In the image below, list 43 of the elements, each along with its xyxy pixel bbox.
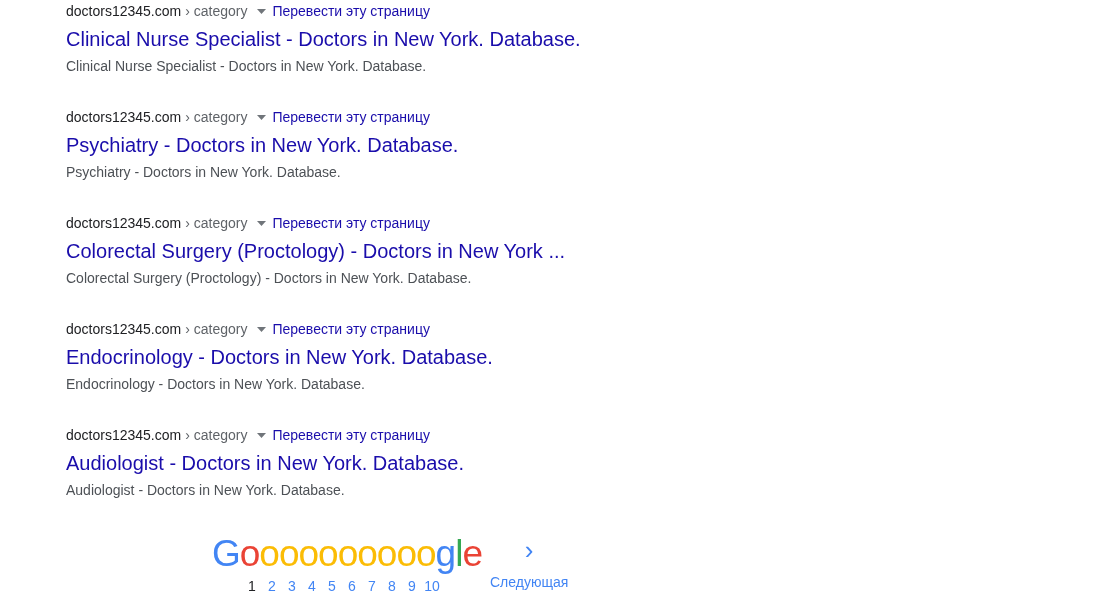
caret-icon[interactable]: [257, 326, 267, 332]
site-url: doctors12345.com: [66, 108, 182, 126]
breadcrumb: › category: [185, 214, 248, 232]
result-title-link[interactable]: Clinical Nurse Specialist - Doctors in New York. Database.: [66, 26, 581, 52]
result-title-link[interactable]: Audiologist - Doctors in New York. Database.: [66, 450, 464, 476]
result-title-link[interactable]: Endocrinology - Doctors in New York. Database.: [66, 344, 493, 370]
result-snippet: Clinical Nurse Specialist - Doctors in New York. Database.: [66, 57, 427, 76]
site-url: doctors12345.com: [66, 2, 182, 20]
logo: Goooooooooogle: [212, 534, 482, 574]
caret-icon[interactable]: [257, 114, 267, 120]
translate-link[interactable]: Перевести эту страницу: [272, 426, 430, 444]
page-link[interactable]: 10: [422, 578, 442, 594]
result-snippet: Endocrinology - Doctors in New York. Database.: [66, 375, 365, 394]
result-title-link[interactable]: Psychiatry - Doctors in New York. Database.: [66, 132, 459, 158]
site-url: doctors12345.com: [66, 320, 182, 338]
page-link[interactable]: 1: [242, 578, 262, 594]
translate-link[interactable]: Перевести эту страницу: [272, 214, 430, 232]
page-link[interactable]: 5: [322, 578, 342, 594]
page-link[interactable]: 2: [262, 578, 282, 594]
caret-icon[interactable]: [257, 432, 267, 438]
translate-link[interactable]: Перевести эту страницу: [272, 320, 430, 338]
site-url: doctors12345.com: [66, 426, 182, 444]
caret-icon[interactable]: [257, 8, 267, 14]
result-snippet: Colorectal Surgery (Proctology) - Doctors in New York. Database.: [66, 269, 472, 288]
result-title-link[interactable]: Colorectal Surgery (Proctology) - Doctors in New York ...: [66, 238, 566, 264]
next-arrow[interactable]: ›: [524, 534, 534, 566]
page-link[interactable]: 8: [382, 578, 402, 594]
page-link[interactable]: 4: [302, 578, 322, 594]
translate-link[interactable]: Перевести эту страницу: [272, 108, 430, 126]
caret-icon[interactable]: [257, 220, 267, 226]
result-snippet: Audiologist - Doctors in New York. Database.: [66, 481, 345, 500]
translate-link[interactable]: Перевести эту страницу: [272, 2, 430, 20]
page-link[interactable]: 7: [362, 578, 382, 594]
site-url: doctors12345.com: [66, 214, 182, 232]
page-link[interactable]: 6: [342, 578, 362, 594]
breadcrumb: › category: [185, 108, 248, 126]
result-snippet: Psychiatry - Doctors in New York. Database.: [66, 163, 341, 182]
breadcrumb: › category: [185, 426, 248, 444]
breadcrumb: › category: [185, 320, 248, 338]
next-link[interactable]: Следующая: [489, 574, 569, 590]
breadcrumb: › category: [185, 2, 248, 20]
page-link[interactable]: 9: [402, 578, 422, 594]
page-link[interactable]: 3: [282, 578, 302, 594]
